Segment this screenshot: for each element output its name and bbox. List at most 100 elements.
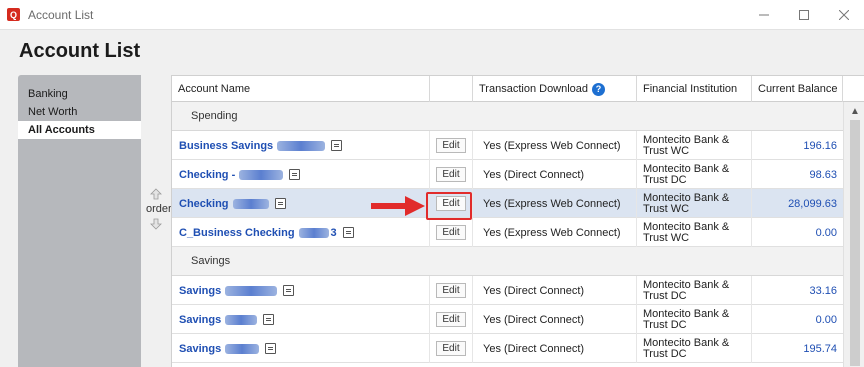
download-status: Yes (Direct Connect): [483, 168, 585, 181]
window-titlebar: Q Account List: [0, 0, 864, 30]
section-label: Savings: [191, 255, 231, 267]
download-status: Yes (Direct Connect): [483, 342, 585, 355]
table-row[interactable]: Savings Edit Yes (Direct Connect) Montec…: [172, 334, 843, 363]
window-controls: [744, 0, 864, 30]
institution-cell: Montecito Bank & Trust WC: [637, 218, 752, 247]
scroll-thumb[interactable]: [850, 120, 860, 366]
institution-line-2: Trust WC: [643, 144, 690, 157]
table-row[interactable]: Checking - Edit Yes (Direct Connect) Mon…: [172, 160, 843, 189]
balance-cell: 0.00: [752, 305, 843, 334]
redacted-text: [225, 343, 260, 354]
edit-button[interactable]: Edit: [436, 167, 466, 182]
edit-button[interactable]: Edit: [436, 341, 466, 356]
maximize-button[interactable]: [784, 0, 824, 30]
page-header: Account List: [0, 30, 864, 72]
redacted-text: [225, 285, 278, 296]
callout-arrow-icon: [371, 196, 425, 216]
edit-button[interactable]: Edit: [436, 225, 466, 240]
download-cell: Yes (Direct Connect): [473, 276, 637, 305]
table-row-selected[interactable]: Checking Edit Yes (Express Web Connect) …: [172, 189, 843, 218]
sidebar-item-all-accounts[interactable]: All Accounts: [18, 121, 141, 139]
edit-cell: Edit: [430, 334, 473, 363]
institution-line-2: Trust WC: [643, 231, 690, 244]
institution-line-2: Trust WC: [643, 202, 690, 215]
note-icon[interactable]: [274, 198, 286, 209]
maximize-icon: [799, 10, 809, 20]
grid-header: Account Name Transaction Download? Finan…: [172, 76, 864, 102]
sidebar-item-net-worth[interactable]: Net Worth: [18, 103, 141, 121]
table-row[interactable]: Savings Edit Yes (Direct Connect) Montec…: [172, 276, 843, 305]
scroll-up-icon[interactable]: ▲: [850, 106, 860, 117]
institution-cell: Montecito Bank & Trust WC: [637, 131, 752, 160]
account-name-cell: Checking -: [172, 160, 430, 189]
redacted-text: [277, 140, 326, 151]
table-row[interactable]: C_Business Checking 3 Edit Yes (Express …: [172, 218, 843, 247]
note-icon[interactable]: [263, 314, 275, 325]
note-icon[interactable]: [331, 140, 343, 151]
quicken-logo-icon: Q: [7, 8, 20, 21]
account-name-suffix: 3: [330, 226, 337, 239]
institution-name: Montecito Bank & Trust WC: [643, 220, 730, 244]
close-button[interactable]: [824, 0, 864, 30]
download-status: Yes (Express Web Connect): [483, 197, 621, 210]
vertical-scrollbar[interactable]: ▲: [843, 102, 864, 367]
table-row[interactable]: Business Savings Edit Yes (Express Web C…: [172, 131, 843, 160]
minimize-button[interactable]: [744, 0, 784, 30]
institution-line-1: Montecito Bank &: [643, 278, 730, 291]
reorder-control: order: [141, 75, 172, 367]
note-icon[interactable]: [342, 227, 354, 238]
column-header-current-balance[interactable]: Current Balance: [752, 76, 843, 102]
institution-line-2: Trust DC: [643, 289, 687, 302]
download-cell: Yes (Direct Connect): [473, 305, 637, 334]
table-row[interactable]: Savings Edit Yes (Direct Connect) Montec…: [172, 305, 843, 334]
balance-cell: 98.63: [752, 160, 843, 189]
institution-name: Montecito Bank & Trust DC: [643, 163, 729, 186]
institution-line-1: Montecito Bank &: [643, 133, 730, 146]
edit-button[interactable]: Edit: [436, 283, 466, 298]
page-title: Account List: [19, 40, 141, 62]
close-icon: [839, 10, 849, 20]
edit-cell: Edit: [430, 305, 473, 334]
redacted-text: [232, 198, 269, 209]
redacted-text: [298, 227, 329, 238]
note-icon[interactable]: [265, 343, 277, 354]
question-circle-icon[interactable]: ?: [592, 82, 606, 96]
section-header-spending: Spending: [172, 102, 843, 131]
edit-button[interactable]: Edit: [436, 138, 466, 153]
account-name-link[interactable]: Checking: [179, 198, 229, 210]
account-name-link[interactable]: Savings: [179, 285, 221, 297]
account-name-link[interactable]: Checking -: [179, 169, 235, 181]
arrow-up-icon[interactable]: [150, 188, 162, 200]
redacted-text: [225, 314, 258, 325]
account-name-link[interactable]: Savings: [179, 314, 221, 326]
account-name-link[interactable]: Business Savings: [179, 140, 273, 152]
balance-cell: 0.00: [752, 218, 843, 247]
edit-cell: Edit: [430, 276, 473, 305]
account-name-link[interactable]: C_Business Checking: [179, 227, 295, 239]
column-header-account-name[interactable]: Account Name: [172, 76, 430, 102]
institution-line-1: Montecito Bank &: [643, 220, 730, 233]
column-header-financial-institution[interactable]: Financial Institution: [637, 76, 752, 102]
balance-value: 196.16: [803, 139, 837, 152]
institution-name: Montecito Bank & Trust WC: [643, 192, 729, 215]
arrow-down-icon[interactable]: [150, 218, 162, 230]
download-status: Yes (Express Web Connect): [483, 139, 621, 152]
institution-cell: Montecito Bank & Trust DC: [637, 305, 752, 334]
window-title: Account List: [28, 7, 94, 22]
sidebar-item-banking[interactable]: Banking: [18, 85, 141, 103]
institution-line-2: Trust DC: [643, 347, 687, 360]
account-type-sidebar: Banking Net Worth All Accounts: [18, 75, 141, 367]
balance-value: 28,099.63: [788, 197, 837, 210]
balance-value: 33.16: [809, 284, 837, 297]
institution-cell: Montecito Bank & Trust WC: [637, 189, 752, 218]
note-icon[interactable]: [289, 169, 301, 180]
edit-button[interactable]: Edit: [436, 312, 466, 327]
note-icon[interactable]: [283, 285, 295, 296]
balance-cell: 196.16: [752, 131, 843, 160]
column-header-transaction-download[interactable]: Transaction Download?: [473, 76, 637, 102]
column-header-edit: [430, 76, 473, 102]
institution-line-1: Montecito Bank &: [643, 336, 730, 349]
balance-cell: 195.74: [752, 334, 843, 363]
institution-name: Montecito Bank & Trust DC: [643, 308, 729, 331]
account-name-link[interactable]: Savings: [179, 343, 221, 355]
